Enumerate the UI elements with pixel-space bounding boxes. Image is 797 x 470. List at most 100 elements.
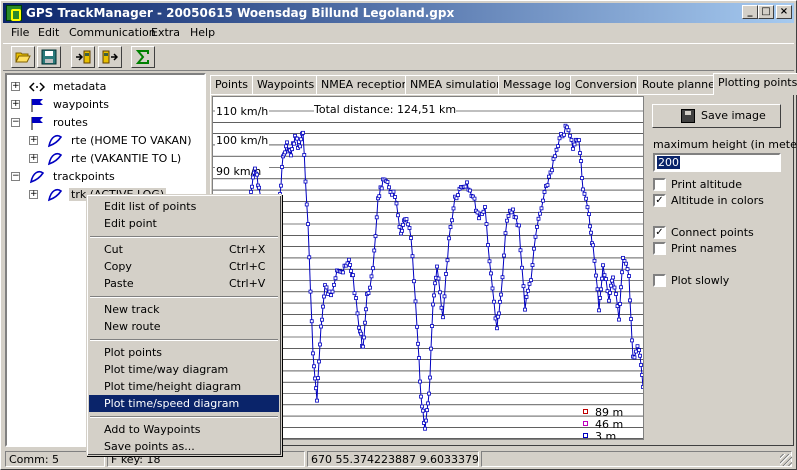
track-point: [321, 304, 325, 309]
tab-message-log[interactable]: Message log: [498, 75, 577, 95]
menu-item-new-track[interactable]: New track: [89, 301, 279, 318]
menu-item-copy[interactable]: Copy Ctrl+C: [89, 258, 279, 275]
menu-item-save-points-as[interactable]: Save points as...: [89, 438, 279, 455]
close-button[interactable]: ×: [776, 5, 792, 19]
app-icon[interactable]: [6, 5, 22, 21]
expander-plus[interactable]: +: [29, 136, 38, 145]
track-point: [568, 133, 572, 138]
tab-route-planner[interactable]: Route planner: [637, 75, 725, 95]
checkbox-box[interactable]: [653, 242, 666, 255]
download-button[interactable]: [98, 46, 122, 68]
open-folder-icon: [15, 52, 31, 63]
menu-extra[interactable]: Extra: [151, 26, 180, 39]
tree-label: waypoints: [53, 98, 110, 111]
track-point: [285, 140, 289, 145]
track-point: [426, 401, 430, 406]
menu-item-plot-time-way[interactable]: Plot time/way diagram: [89, 361, 279, 378]
max-height-input[interactable]: 200: [653, 153, 781, 172]
menu-item-plot-time-speed[interactable]: Plot time/speed diagram: [89, 395, 279, 412]
menu-item-add-waypoints[interactable]: Add to Waypoints: [89, 421, 279, 438]
statistics-button[interactable]: [131, 46, 155, 68]
checkbox-box[interactable]: ✓: [653, 194, 666, 207]
tab-waypoints[interactable]: Waypoints: [252, 75, 320, 95]
track-point: [319, 324, 323, 329]
track-point: [592, 258, 597, 263]
tab-nmea-simulation[interactable]: NMEA simulation: [405, 75, 509, 95]
track-point: [317, 359, 321, 364]
track-point: [527, 281, 532, 286]
menu-item-label: Copy: [104, 260, 132, 273]
menu-item-cut[interactable]: Cut Ctrl+X: [89, 241, 279, 258]
track-point: [299, 137, 303, 142]
track-point: [373, 234, 378, 239]
track-point: [486, 243, 490, 247]
checkbox-box[interactable]: [653, 178, 666, 191]
expander-plus[interactable]: +: [29, 190, 38, 199]
track-point: [572, 142, 577, 147]
sigma-icon: [135, 50, 149, 64]
context-menu: Edit list of points Edit point Cut Ctrl+X…: [86, 194, 282, 456]
track-point: [361, 344, 365, 349]
menu-communication[interactable]: Communication: [69, 26, 156, 39]
track-point: [492, 299, 496, 304]
save-image-button[interactable]: Save image: [652, 104, 781, 128]
track-point: [582, 191, 587, 196]
track-point: [547, 174, 551, 179]
save-button[interactable]: [37, 46, 61, 68]
menu-item-plot-time-height[interactable]: Plot time/height diagram: [89, 378, 279, 395]
menu-item-label: Save points as...: [104, 440, 195, 453]
expander-minus[interactable]: −: [11, 172, 20, 181]
track-point: [607, 298, 611, 303]
menu-item-edit-point[interactable]: Edit point: [89, 215, 279, 232]
track-point: [454, 196, 459, 201]
maximize-button[interactable]: □: [758, 5, 774, 19]
track-point: [601, 263, 605, 268]
menu-file[interactable]: File: [11, 26, 29, 39]
expander-plus[interactable]: +: [29, 154, 38, 163]
checkbox-box[interactable]: [653, 274, 666, 287]
menu-item-new-route[interactable]: New route: [89, 318, 279, 335]
menu-item-plot-points[interactable]: Plot points: [89, 344, 279, 361]
checkbox-box[interactable]: ✓: [653, 226, 666, 239]
track-point: [445, 258, 450, 263]
track-point: [425, 408, 429, 413]
track-point: [333, 276, 338, 281]
track-point: [599, 287, 603, 292]
max-height-label: maximum height (in meters):: [653, 138, 797, 151]
expander-minus[interactable]: −: [11, 118, 20, 127]
menu-help[interactable]: Help: [190, 26, 215, 39]
track-point: [349, 269, 353, 273]
tab-points[interactable]: Points: [210, 75, 254, 95]
track-point: [618, 302, 622, 306]
menu-item-paste[interactable]: Paste Ctrl+V: [89, 275, 279, 292]
tab-plotting-points[interactable]: Plotting points: [713, 73, 797, 95]
menu-bar: File Edit Communication Extra Help: [3, 24, 794, 42]
open-button[interactable]: [11, 46, 35, 68]
menu-item-label: New route: [104, 320, 161, 333]
track-point: [542, 190, 547, 194]
track-point: [585, 205, 590, 210]
track-point: [617, 317, 621, 322]
minimize-button[interactable]: _: [742, 5, 758, 19]
track-point: [372, 248, 377, 253]
speed-label: 110 km/h: [216, 105, 268, 118]
menu-edit[interactable]: Edit: [38, 26, 59, 39]
track-point: [387, 185, 391, 190]
expander-plus[interactable]: +: [11, 82, 20, 91]
track-point: [430, 324, 434, 328]
track-point: [409, 236, 413, 240]
tab-conversion[interactable]: Conversion: [570, 75, 642, 95]
upload-button[interactable]: [71, 46, 95, 68]
track-point: [526, 288, 530, 293]
track-point: [352, 291, 357, 296]
track-point: [637, 348, 641, 353]
title-bar[interactable]: GPS TrackManager - 20050615 Woensdag Bil…: [3, 3, 794, 23]
menu-item-shortcut: Ctrl+V: [229, 277, 266, 290]
expander-plus[interactable]: +: [11, 100, 20, 109]
save-disk-icon: [681, 109, 695, 123]
tab-nmea-reception[interactable]: NMEA reception: [316, 75, 414, 95]
track-point: [630, 338, 634, 343]
track-point: [632, 355, 637, 360]
menu-item-edit-list[interactable]: Edit list of points: [89, 198, 279, 215]
resize-grip[interactable]: [780, 454, 792, 466]
